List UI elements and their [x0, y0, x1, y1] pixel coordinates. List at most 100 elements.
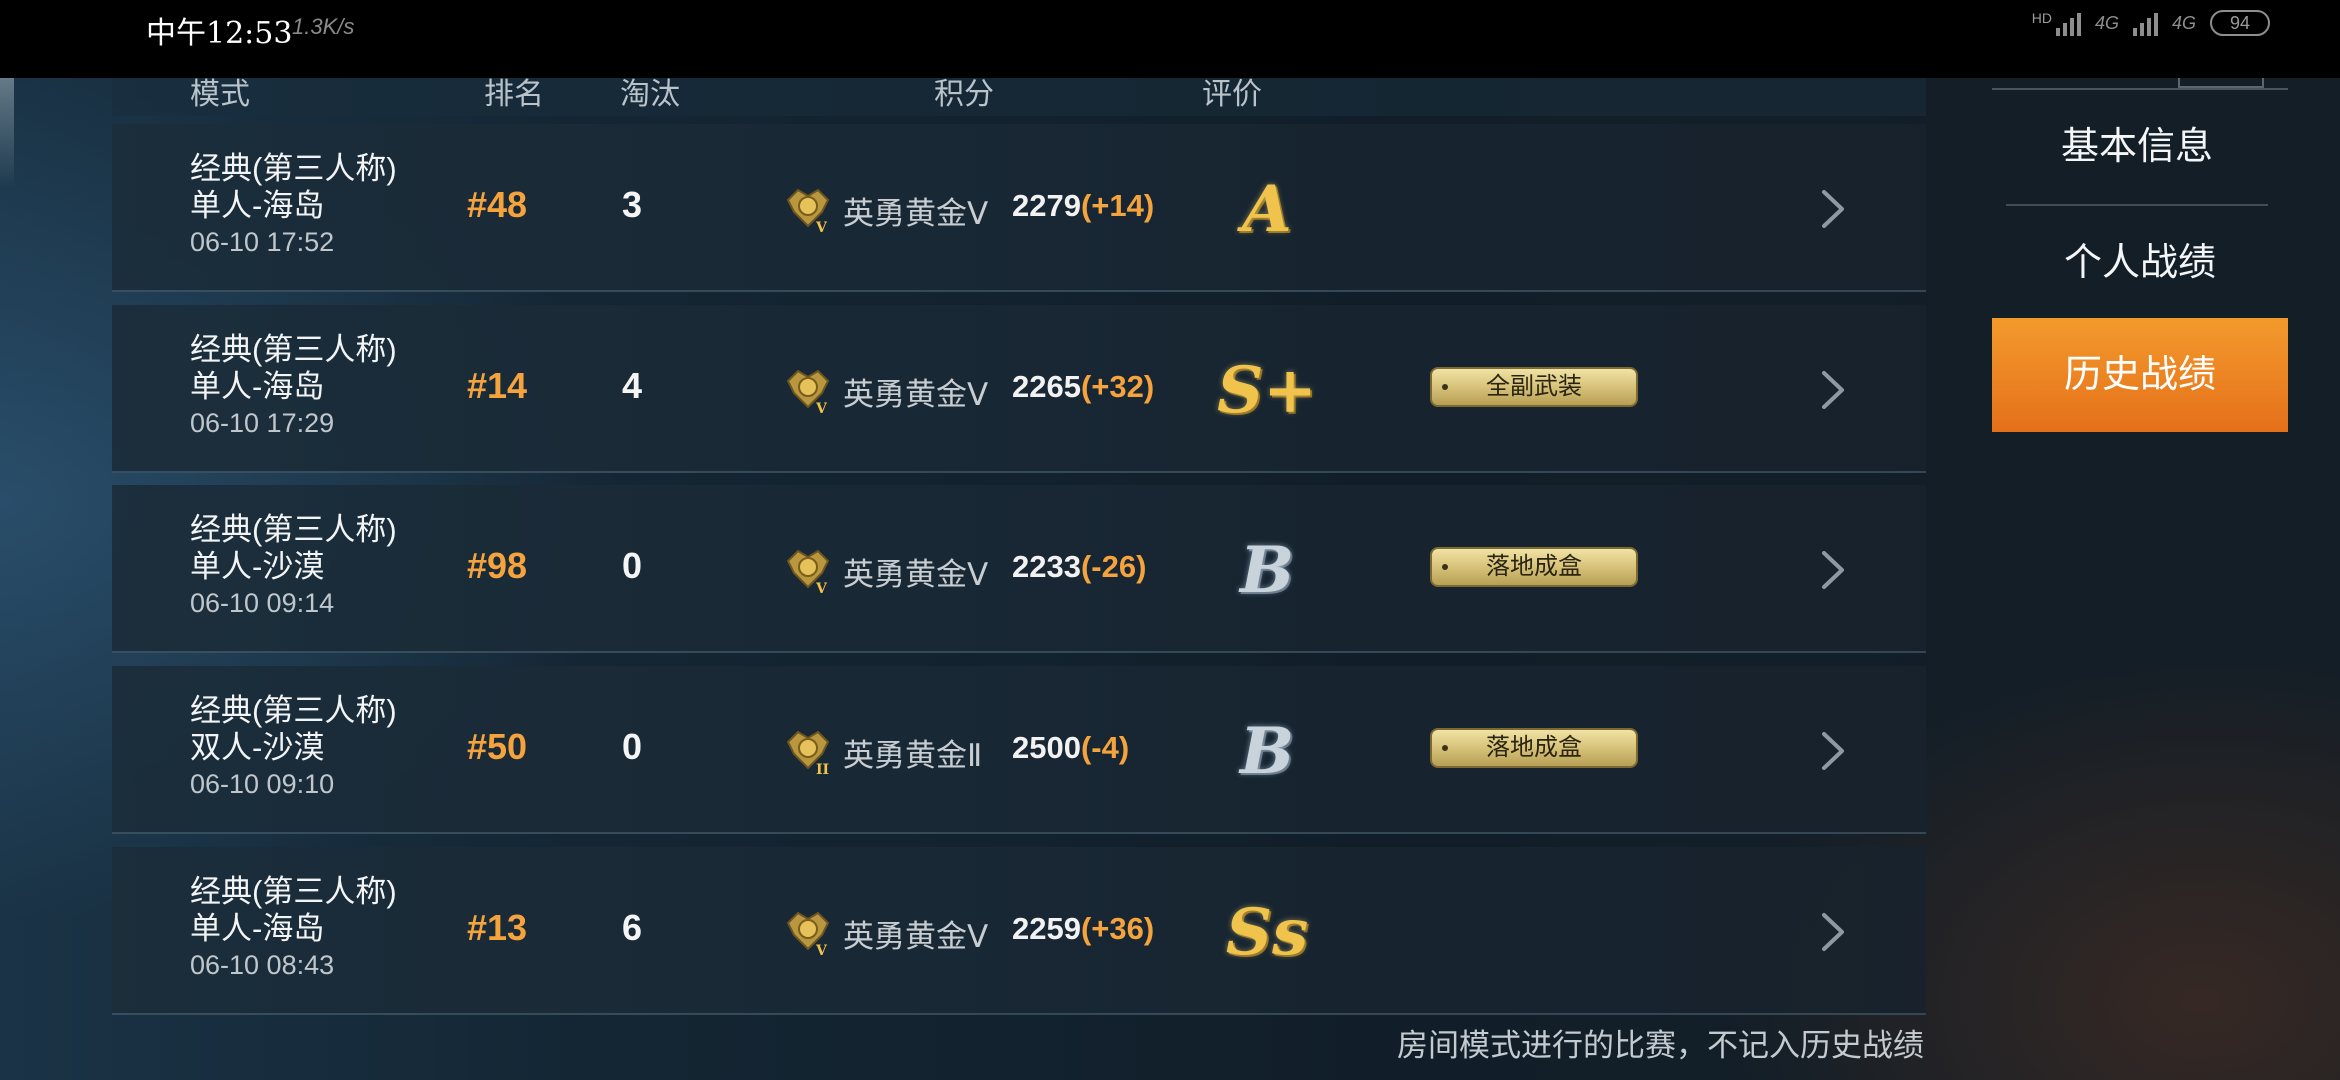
score-delta: (+36)	[1080, 911, 1155, 946]
grade-value: S+	[1217, 353, 1317, 428]
header-score: 积分	[934, 78, 994, 111]
battery-icon: 94	[2210, 10, 2270, 36]
tier-name: 英勇黄金Ⅴ	[843, 919, 989, 954]
mode-name: 经典(第三人称)	[190, 151, 397, 186]
tier-name: 英勇黄金Ⅴ	[843, 377, 989, 412]
tier-medal-icon: V	[786, 188, 830, 234]
match-date: 06-10 09:10	[190, 769, 335, 799]
chevron-right-icon[interactable]	[1812, 184, 1852, 234]
mode-name: 经典(第三人称)	[190, 332, 397, 367]
map-name: 单人-海岛	[190, 911, 325, 946]
tier-name: 英勇黄金Ⅴ	[843, 557, 989, 592]
match-mode: 经典(第三人称) 单人-海岛 06-10 17:52	[190, 150, 397, 261]
scroll-indicator	[0, 78, 14, 188]
header-grade: 评价	[1202, 78, 1262, 111]
kills-value: 0	[621, 726, 643, 767]
match-date: 06-10 08:43	[190, 950, 335, 980]
achievement-badge: 全副武装	[1430, 367, 1638, 407]
match-row[interactable]: 经典(第三人称) 单人-海岛 06-10 17:52 #48 3 V 英勇黄金Ⅴ 2279(+…	[112, 124, 1926, 292]
tier-name: 英勇黄金Ⅴ	[843, 196, 989, 231]
network-type: 4G	[2171, 12, 2196, 33]
match-history-table: 模式 排名 淘汰 积分 评价 经典(第三人称) 单人-海岛 06-10 17:52 #…	[112, 78, 1926, 1015]
match-row[interactable]: 经典(第三人称) 单人-海岛 06-10 08:43 #13 6 V 英勇黄金Ⅴ 2259(+…	[112, 847, 1926, 1015]
tier-level-text: V	[815, 581, 828, 595]
side-menu: 基本信息 个人战绩 历史战绩	[1992, 78, 2288, 1080]
match-date: 06-10 09:14	[190, 588, 335, 618]
tier-medal-icon: V	[786, 911, 830, 957]
tier-level-text: V	[815, 401, 828, 415]
table-header: 模式 排名 淘汰 积分 评价	[112, 78, 1926, 116]
rank-value: #13	[466, 907, 528, 948]
grade-value: B	[1239, 533, 1295, 608]
mode-name: 经典(第三人称)	[190, 693, 397, 728]
score-delta: (-26)	[1080, 549, 1147, 584]
kills-value: 6	[621, 907, 643, 948]
mode-name: 经典(第三人称)	[190, 512, 397, 547]
grade-value: A	[1242, 172, 1292, 247]
chevron-right-icon[interactable]	[1812, 907, 1852, 957]
signal-icon	[2132, 10, 2158, 36]
tier-medal-icon: V	[786, 549, 830, 595]
status-time: 中午12:53	[146, 16, 293, 51]
grade-value: Ss	[1225, 895, 1309, 970]
tab-basic-info[interactable]: 基本信息	[2006, 90, 2268, 206]
score-number: 2233	[1012, 549, 1081, 584]
match-history-screen: 中午12:53 1.3K/s HD 4G 4G 94 模式 排名 淘汰 积分 评…	[0, 0, 2340, 1080]
chevron-right-icon[interactable]	[1812, 545, 1852, 595]
score-delta: (+14)	[1080, 188, 1155, 223]
match-mode: 经典(第三人称) 双人-沙漠 06-10 09:10	[190, 692, 397, 803]
grade-value: B	[1239, 714, 1295, 789]
rank-value: #50	[466, 726, 528, 767]
score-number: 2259	[1012, 911, 1081, 946]
chevron-right-icon[interactable]	[1812, 726, 1852, 776]
tier-level-text: V	[815, 943, 828, 957]
score-number: 2279	[1012, 188, 1081, 223]
tier-medal-icon: II	[786, 730, 830, 776]
score-delta: (-4)	[1080, 730, 1130, 765]
network-speed: 1.3K/s	[292, 14, 355, 39]
match-mode: 经典(第三人称) 单人-沙漠 06-10 09:14	[190, 511, 397, 622]
rank-value: #14	[466, 365, 528, 406]
map-name: 单人-海岛	[190, 369, 325, 404]
achievement-badge: 落地成盒	[1430, 547, 1638, 587]
footnote: 房间模式进行的比赛，不记入历史战绩	[1397, 1028, 1924, 1063]
score-number: 2500	[1012, 730, 1081, 765]
map-name: 双人-沙漠	[190, 730, 325, 765]
signal-icon	[2055, 10, 2081, 36]
match-date: 06-10 17:52	[190, 227, 335, 257]
match-mode: 经典(第三人称) 单人-海岛 06-10 08:43	[190, 873, 397, 984]
match-row[interactable]: 经典(第三人称) 单人-沙漠 06-10 09:14 #98 0 V 英勇黄金Ⅴ 2233(-…	[112, 485, 1926, 653]
status-bar: 中午12:53 1.3K/s HD 4G 4G 94	[0, 0, 2340, 78]
score-value: 2279(+14)	[1012, 188, 1154, 224]
match-row[interactable]: 经典(第三人称) 单人-海岛 06-10 17:29 #14 4 V 英勇黄金Ⅴ 2265(+…	[112, 305, 1926, 473]
match-row[interactable]: 经典(第三人称) 双人-沙漠 06-10 09:10 #50 0 II 英勇黄金Ⅱ 2500(…	[112, 666, 1926, 834]
score-value: 2259(+36)	[1012, 911, 1154, 947]
tab-match-history[interactable]: 历史战绩	[1992, 318, 2288, 432]
header-mode: 模式	[190, 78, 250, 111]
tab-personal-stats[interactable]: 个人战绩	[1992, 206, 2288, 320]
map-name: 单人-海岛	[190, 188, 325, 223]
match-mode: 经典(第三人称) 单人-海岛 06-10 17:29	[190, 331, 397, 442]
rank-value: #98	[466, 545, 528, 586]
score-number: 2265	[1012, 369, 1081, 404]
tier-name: 英勇黄金Ⅱ	[843, 738, 983, 773]
rank-value: #48	[466, 184, 528, 225]
mode-name: 经典(第三人称)	[190, 874, 397, 909]
tier-level-text: II	[816, 762, 829, 776]
score-value: 2265(+32)	[1012, 369, 1154, 405]
tier-level-text: V	[815, 220, 828, 234]
hd-label: HD	[2031, 10, 2052, 26]
header-rank: 排名	[484, 78, 544, 111]
kills-value: 3	[621, 184, 643, 225]
achievement-badge: 落地成盒	[1430, 728, 1638, 768]
score-delta: (+32)	[1080, 369, 1155, 404]
chevron-right-icon[interactable]	[1812, 365, 1852, 415]
side-top-divider	[1992, 78, 2288, 90]
kills-value: 0	[621, 545, 643, 586]
map-name: 单人-沙漠	[190, 549, 325, 584]
match-date: 06-10 17:29	[190, 408, 335, 438]
network-type: 4G	[2094, 12, 2119, 33]
score-value: 2500(-4)	[1012, 730, 1129, 766]
tier-medal-icon: V	[786, 369, 830, 415]
status-indicators: HD 4G 4G 94	[2032, 10, 2270, 36]
